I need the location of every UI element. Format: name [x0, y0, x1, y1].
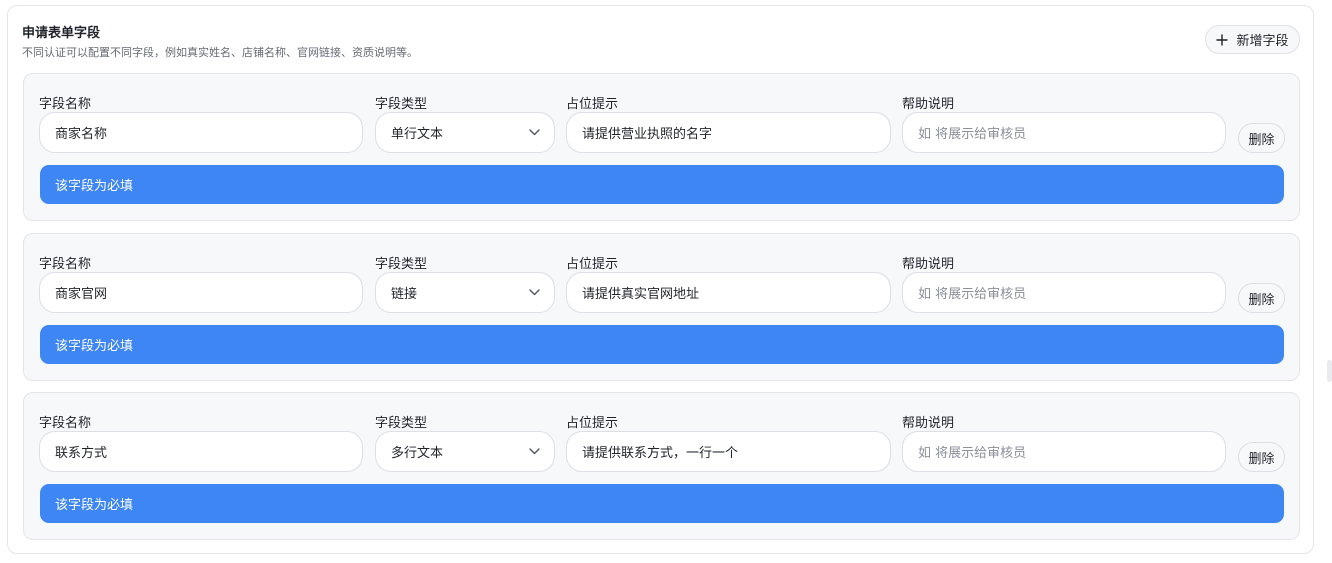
- required-label: 该字段为必填: [55, 179, 134, 194]
- help-text-label: 帮助说明: [902, 97, 955, 112]
- field-name-value: 联系方式: [55, 446, 108, 461]
- field-type-select[interactable]: 链接: [375, 272, 555, 313]
- field-type-value: 多行文本: [391, 446, 444, 461]
- delete-field-button[interactable]: 删除: [1238, 283, 1285, 313]
- placeholder-value: 请提供联系方式，一行一个: [582, 446, 739, 461]
- field-type-label: 字段类型: [375, 257, 428, 272]
- field-name-label: 字段名称: [39, 97, 92, 112]
- add-field-button[interactable]: 新增字段: [1205, 25, 1300, 54]
- placeholder-value: 请提供营业执照的名字: [582, 127, 713, 142]
- field-type-select[interactable]: 多行文本: [375, 431, 555, 472]
- field-name-input[interactable]: 商家官网: [39, 272, 363, 313]
- help-text-input[interactable]: 如 将展示给审核员: [902, 272, 1226, 313]
- field-name-label: 字段名称: [39, 416, 92, 431]
- required-label: 该字段为必填: [55, 498, 134, 513]
- field-name-value: 商家名称: [55, 127, 108, 142]
- required-toggle[interactable]: 该字段为必填: [40, 325, 1284, 364]
- field-name-label: 字段名称: [39, 257, 92, 272]
- field-card: 字段名称 字段类型 占位提示 帮助说明 商家官网 链接 请提供真实官网地址 如 …: [23, 233, 1300, 381]
- field-type-value: 单行文本: [391, 127, 444, 142]
- field-card: 字段名称 字段类型 占位提示 帮助说明 联系方式 多行文本 请提供联系方式，一行…: [23, 392, 1300, 540]
- placeholder-input[interactable]: 请提供营业执照的名字: [566, 112, 891, 153]
- delete-field-button[interactable]: 删除: [1238, 442, 1285, 472]
- help-text-placeholder: 如 将展示给审核员: [918, 127, 1027, 142]
- field-type-value: 链接: [391, 287, 418, 302]
- help-text-label: 帮助说明: [902, 257, 955, 272]
- placeholder-label: 占位提示: [566, 257, 619, 272]
- placeholder-input[interactable]: 请提供联系方式，一行一个: [566, 431, 891, 472]
- field-type-label: 字段类型: [375, 416, 428, 431]
- form-fields-panel: 申请表单字段 不同认证可以配置不同字段，例如真实姓名、店铺名称、官网链接、资质说…: [7, 5, 1314, 554]
- required-toggle[interactable]: 该字段为必填: [40, 165, 1284, 204]
- required-toggle[interactable]: 该字段为必填: [40, 484, 1284, 523]
- field-type-select[interactable]: 单行文本: [375, 112, 555, 153]
- placeholder-label: 占位提示: [566, 97, 619, 112]
- help-text-input[interactable]: 如 将展示给审核员: [902, 112, 1226, 153]
- help-text-label: 帮助说明: [902, 416, 955, 431]
- help-text-placeholder: 如 将展示给审核员: [918, 446, 1027, 461]
- placeholder-value: 请提供真实官网地址: [582, 287, 700, 302]
- placeholder-label: 占位提示: [566, 416, 619, 431]
- field-name-input[interactable]: 联系方式: [39, 431, 363, 472]
- chevron-down-icon: [529, 448, 540, 455]
- delete-field-button[interactable]: 删除: [1238, 123, 1285, 153]
- field-card: 字段名称 字段类型 占位提示 帮助说明 商家名称 单行文本 请提供营业执照的名字…: [23, 73, 1300, 221]
- field-name-value: 商家官网: [55, 287, 108, 302]
- placeholder-input[interactable]: 请提供真实官网地址: [566, 272, 891, 313]
- field-type-label: 字段类型: [375, 97, 428, 112]
- required-label: 该字段为必填: [55, 339, 134, 354]
- help-text-input[interactable]: 如 将展示给审核员: [902, 431, 1226, 472]
- plus-icon: [1216, 33, 1229, 46]
- field-name-input[interactable]: 商家名称: [39, 112, 363, 153]
- section-title: 申请表单字段: [22, 26, 101, 41]
- section-subtitle: 不同认证可以配置不同字段，例如真实姓名、店铺名称、官网链接、资质说明等。: [22, 46, 418, 59]
- scroll-handle[interactable]: [1327, 360, 1332, 382]
- chevron-down-icon: [529, 129, 540, 136]
- help-text-placeholder: 如 将展示给审核员: [918, 287, 1027, 302]
- add-field-button-label: 新增字段: [1236, 34, 1289, 49]
- chevron-down-icon: [529, 289, 540, 296]
